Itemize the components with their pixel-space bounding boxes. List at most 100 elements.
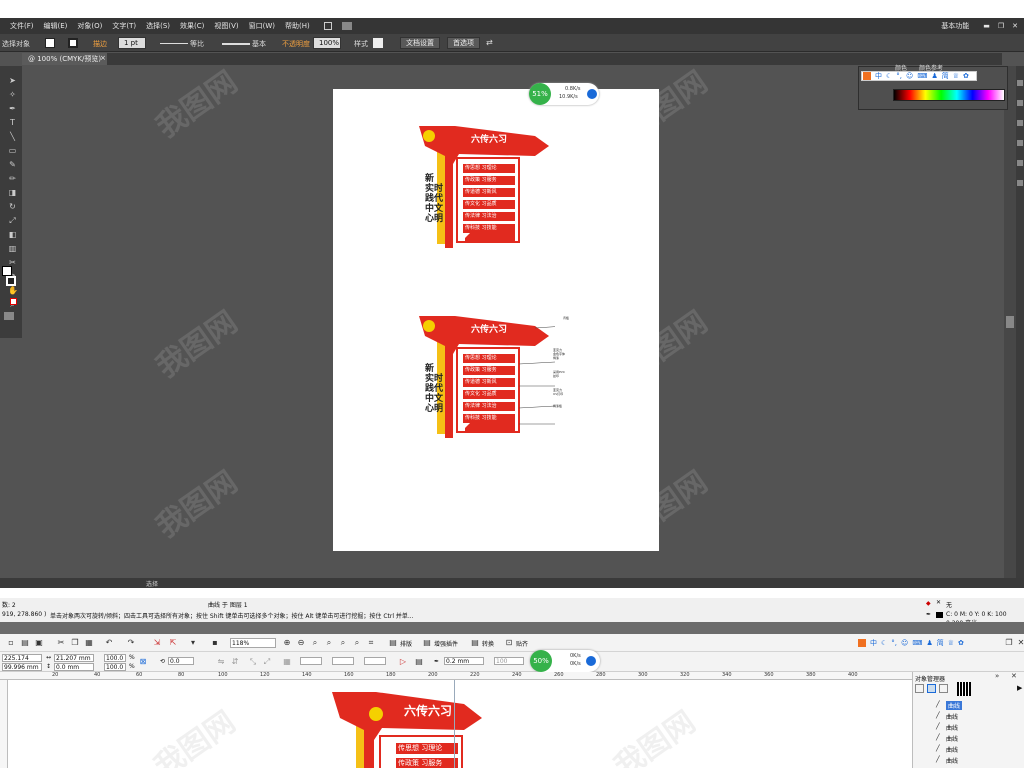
hand-tool-icon[interactable]: ✋	[8, 286, 18, 295]
ime-toolbar[interactable]: 中 ☾ °, ☺ ⌨ ♟ 简 ♕ ✿	[861, 71, 977, 81]
node-reduce-field[interactable]: 100	[494, 657, 524, 665]
type-tool-icon[interactable]: T	[8, 118, 17, 127]
brush-tool-icon[interactable]: ✎	[8, 160, 17, 169]
line-style-dropdown[interactable]	[300, 657, 322, 665]
list-item[interactable]: 曲线	[946, 756, 958, 765]
ime-skin-icon[interactable]: ♕	[953, 72, 959, 80]
workspace-switcher[interactable]: 基本功能	[941, 21, 969, 31]
scale-x-field[interactable]: 100.0	[104, 654, 126, 662]
open-icon[interactable]: ▤	[20, 638, 30, 648]
close-curve-icon[interactable]: ▷	[398, 657, 408, 667]
x-position-field[interactable]: 225.174 mm	[2, 654, 42, 669]
stroke-swatch[interactable]	[68, 38, 78, 48]
list-item[interactable]: 曲线	[946, 734, 958, 743]
vertical-scrollbar[interactable]	[1004, 66, 1016, 581]
app-launcher-icon[interactable]: ▪	[210, 638, 220, 648]
lock-ratio-icon[interactable]: ⊠	[138, 657, 148, 667]
ime-user-icon[interactable]: ♟	[931, 72, 937, 80]
menu-edit[interactable]: 编辑(E)	[44, 21, 68, 31]
menu-object[interactable]: 对象(O)	[77, 21, 102, 31]
gradient-tool-icon[interactable]: ◧	[8, 230, 17, 239]
selection-tool-icon[interactable]: ➤	[8, 76, 17, 85]
ime-skin-icon[interactable]: ♕	[948, 639, 954, 647]
drawing-canvas[interactable]: 六传六习 传思想 习理论 传政策 习服务 我图网 我图网	[8, 680, 912, 768]
menu-effect[interactable]: 效果(C)	[180, 21, 204, 31]
convert-icon[interactable]: ▤	[470, 638, 480, 648]
list-item[interactable]: 曲线	[946, 745, 958, 754]
stroke-weight-field[interactable]: 1 pt	[118, 37, 146, 49]
document-tab[interactable]: @ 100% (CMYK/预览)	[22, 53, 108, 65]
ime-settings-icon[interactable]: ✿	[958, 639, 964, 647]
list-item[interactable]: 曲线	[946, 712, 958, 721]
ime-punct-icon[interactable]: °,	[896, 72, 902, 80]
fill-swatch[interactable]	[45, 38, 55, 48]
arrange-icon[interactable]	[341, 22, 352, 30]
zoom-width-icon[interactable]: ⌕	[352, 638, 362, 648]
layout-button[interactable]: 排版	[400, 639, 412, 648]
stroke-label[interactable]: 描边	[93, 39, 107, 49]
height-field[interactable]: 0.0 mm	[54, 663, 94, 671]
ime-simplified-icon[interactable]: 简	[937, 638, 944, 648]
magic-wand-icon[interactable]: ✧	[8, 90, 17, 99]
import-icon[interactable]: ⇲	[152, 638, 162, 648]
wrap-icon[interactable]: ▦	[282, 657, 292, 667]
arrow-start-dropdown[interactable]	[332, 657, 354, 665]
scale-y-field[interactable]: 100.0	[104, 663, 126, 671]
menu-help[interactable]: 帮助(H)	[285, 21, 310, 31]
layer-view-icon[interactable]	[915, 684, 924, 693]
dock-icon[interactable]	[1017, 100, 1023, 106]
rotate-tool-icon[interactable]: ↻	[8, 202, 17, 211]
artboard[interactable]: 51% 0.8K/s 10.9K/s 六传六习 传思想 习理论 传政策 习服务 …	[333, 83, 659, 551]
menu-window[interactable]: 窗口(W)	[249, 21, 275, 31]
list-item[interactable]: 曲线	[946, 701, 963, 710]
plugin-icon[interactable]: ▤	[422, 638, 432, 648]
arrow-end-dropdown[interactable]	[364, 657, 386, 665]
style-swatch[interactable]	[373, 38, 383, 48]
menu-select[interactable]: 选择(S)	[146, 21, 170, 31]
ime-moon-icon[interactable]: ☾	[886, 72, 892, 80]
dock-icon[interactable]	[1017, 120, 1023, 126]
dock-icon[interactable]	[1017, 160, 1023, 166]
copy-icon[interactable]: ❐	[70, 638, 80, 648]
dock-icon[interactable]	[1017, 80, 1023, 86]
vertical-ruler[interactable]	[0, 680, 8, 768]
snap-icon[interactable]: ⊡	[504, 638, 514, 648]
text-wrap-icon[interactable]: ▤	[414, 657, 424, 667]
menu-file[interactable]: 文件(F)	[10, 21, 34, 31]
redo-icon[interactable]: ↷	[126, 638, 136, 648]
zoom-in-icon[interactable]: ⊕	[282, 638, 292, 648]
bridge-icon[interactable]	[323, 22, 332, 30]
ime-toolbar[interactable]: 中 ☾ °, ☺ ⌨ ♟ 简 ♕ ✿	[858, 637, 974, 648]
opacity-field[interactable]: 100%	[313, 37, 341, 49]
window-close-icon[interactable]: ✕	[1016, 638, 1024, 648]
rectangle-tool-icon[interactable]: ▭	[8, 146, 17, 155]
fill-color-icon[interactable]	[2, 266, 12, 276]
zoom-out-icon[interactable]: ⊖	[296, 638, 306, 648]
profile-dropdown[interactable]: 等比	[190, 39, 204, 49]
paste-icon[interactable]: ▦	[84, 638, 94, 648]
ime-settings-icon[interactable]: ✿	[963, 72, 969, 80]
opacity-label[interactable]: 不透明度	[282, 39, 310, 49]
restore-icon[interactable]: ❐	[998, 22, 1004, 30]
dock-icon[interactable]	[1017, 180, 1023, 186]
layer-edit-icon[interactable]	[927, 684, 936, 693]
outline-width-field[interactable]: 0.2 mm	[444, 657, 484, 665]
snap-button[interactable]: 贴齐	[516, 639, 528, 648]
line-tool-icon[interactable]: ╲	[8, 132, 17, 141]
close-icon[interactable]: ✕	[1012, 22, 1018, 30]
ime-smile-icon[interactable]: ☺	[901, 639, 908, 647]
scroll-thumb[interactable]	[1006, 316, 1014, 328]
stroke-color-icon[interactable]	[6, 276, 16, 286]
ime-user-icon[interactable]: ♟	[926, 639, 932, 647]
window-restore-icon[interactable]: ❐	[1004, 638, 1014, 648]
tab-close-icon[interactable]: ×	[100, 54, 106, 62]
zoom-selected-icon[interactable]: ⌕	[310, 638, 320, 648]
pen-tool-icon[interactable]: ✒	[8, 104, 17, 113]
mirror-v-icon[interactable]: ⇵	[230, 657, 240, 667]
convert-button[interactable]: 转换	[482, 639, 494, 648]
panel-close-icon[interactable]: ✕	[1011, 672, 1017, 680]
undo-icon[interactable]: ↶	[104, 638, 114, 648]
layer-lock-icon[interactable]	[939, 684, 948, 693]
pencil-tool-icon[interactable]: ✏	[8, 174, 17, 183]
ime-keyboard-icon[interactable]: ⌨	[912, 639, 922, 647]
